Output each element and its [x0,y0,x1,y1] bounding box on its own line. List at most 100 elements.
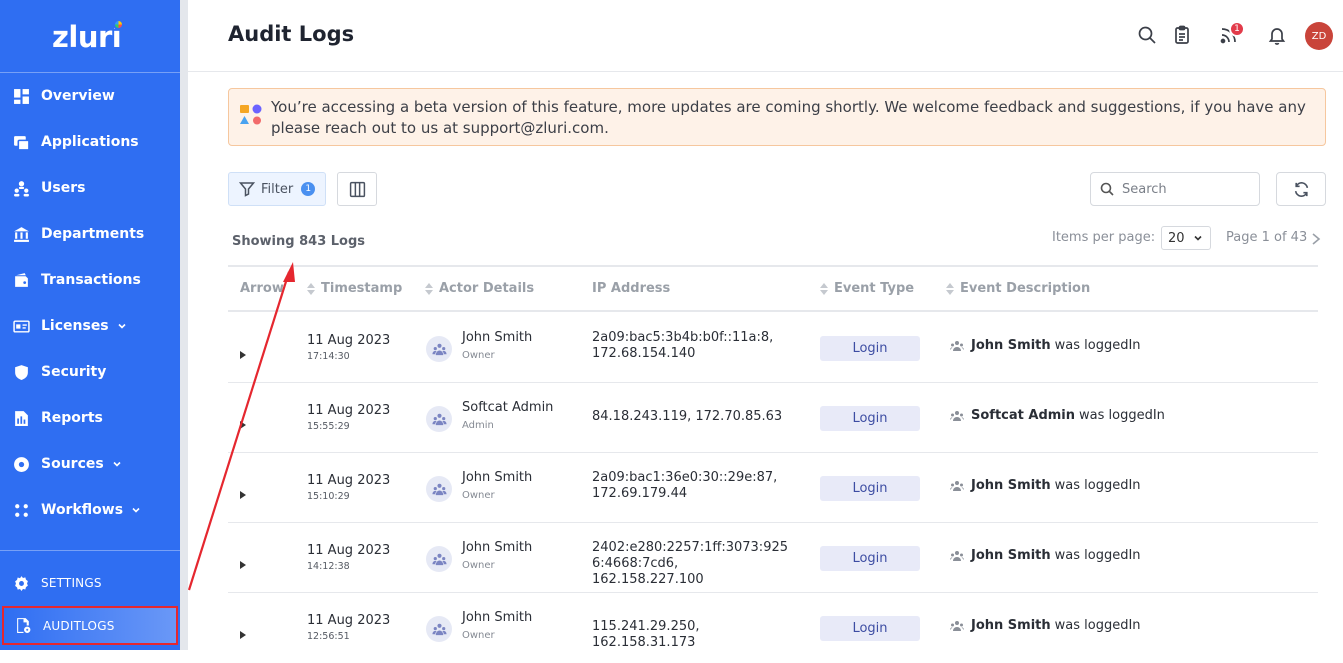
report-icon [12,409,30,427]
description-action: was loggedIn [1054,478,1141,493]
search-icon [1100,182,1114,196]
sidebar-item-overview[interactable]: Overview [0,76,180,116]
sort-icon [425,282,433,295]
sidebar-item-settings[interactable]: SETTINGS [0,563,180,603]
column-header-timestamp[interactable]: Timestamp [307,281,402,296]
sidebar-item-label: Security [41,364,107,380]
zluri-logo[interactable]: zluri [52,20,122,54]
sidebar-item-label: Departments [41,226,145,242]
description-actor: John Smith [971,478,1051,493]
description-action: was loggedIn [1054,548,1141,563]
filter-button[interactable]: Filter 1 [228,172,326,206]
sidebar-item-users[interactable]: Users [0,168,180,208]
sidebar-item-security[interactable]: Security [0,352,180,392]
table-row[interactable]: 11 Aug 2023 17:14:30 John Smith Owner 2a… [228,313,1318,383]
sidebar-item-label: Sources [41,456,104,472]
description-actor: John Smith [971,338,1051,353]
ip-line: 172.68.154.140 [592,346,696,361]
search-box[interactable] [1090,172,1260,206]
ip-line: 84.18.243.119, 172.70.85.63 [592,409,783,424]
sort-icon [820,282,828,295]
funnel-icon [239,182,255,197]
event-type-badge: Login [820,476,920,501]
column-header-actor-details[interactable]: Actor Details [425,281,534,296]
chevron-down-icon[interactable] [117,321,127,331]
actor-avatar-icon [426,616,452,642]
log-date: 11 Aug 2023 [307,333,391,348]
grid-icon [12,87,30,105]
items-per-page-select[interactable]: 20 [1161,226,1211,250]
ip-line: 6:4668:7cd6, 162.158.227.100 [592,556,704,587]
chevron-down-icon[interactable] [131,505,141,515]
actor-avatar-icon [426,476,452,502]
wallet-icon [12,271,30,289]
sidebar-item-applications[interactable]: Applications [0,122,180,162]
shapes-icon [240,104,262,125]
expand-row-icon[interactable] [239,624,247,639]
log-date: 11 Aug 2023 [307,473,391,488]
search-icon[interactable] [1136,24,1158,46]
expand-row-icon[interactable] [239,554,247,569]
event-type-badge: Login [820,406,920,431]
expand-row-icon[interactable] [239,484,247,499]
description-action: was loggedIn [1054,338,1141,353]
sidebar-item-label: Overview [41,88,115,104]
table-row[interactable]: 11 Aug 2023 15:10:29 John Smith Owner 2a… [228,453,1318,523]
sidebar-item-licenses[interactable]: Licenses [0,306,180,346]
sidebar-item-transactions[interactable]: Transactions [0,260,180,300]
description-action: was loggedIn [1079,408,1165,423]
table-row[interactable]: 11 Aug 2023 14:12:38 John Smith Owner 24… [228,523,1318,593]
description-actor: John Smith [971,548,1051,563]
event-description: Softcat Admin was loggedIn [950,408,1165,423]
log-time: 17:14:30 [307,351,350,362]
license-icon [12,317,30,335]
next-page-button[interactable] [1310,231,1322,245]
user-avatar[interactable]: ZD [1305,22,1333,50]
refresh-icon [1294,181,1308,197]
chevron-down-icon[interactable] [112,459,122,469]
sidebar-item-label: Users [41,180,86,196]
sidebar: zluri Overview Applications Users Depart… [0,0,180,650]
sidebar-item-auditlogs[interactable]: AUDITLOGS [2,606,178,645]
sidebar-item-workflows[interactable]: Workflows [0,490,180,530]
actor-role: Owner [462,490,495,501]
sidebar-item-departments[interactable]: Departments [0,214,180,254]
filter-label: Filter [261,181,294,197]
sidebar-item-label: AUDITLOGS [43,618,115,633]
columns-icon [349,181,365,197]
actor-name: John Smith [462,470,533,485]
actor-avatar-icon [426,406,452,432]
log-time: 15:55:29 [307,421,350,432]
bell-icon[interactable] [1266,24,1288,46]
clipboard-icon[interactable] [1171,24,1193,46]
filter-count-badge: 1 [301,182,316,196]
columns-button[interactable] [337,172,377,206]
apps-icon [12,133,30,151]
table-row[interactable]: 11 Aug 2023 15:55:29 Softcat Admin Admin… [228,383,1318,453]
shield-icon [12,363,30,381]
sidebar-item-label: Licenses [41,318,109,334]
banner-text: You’re accessing a beta version of this … [271,98,1306,137]
expand-row-icon[interactable] [239,414,247,429]
actor-role: Owner [462,350,495,361]
expand-row-icon[interactable] [239,344,247,359]
search-input[interactable] [1122,181,1252,197]
sidebar-item-label: Reports [41,410,103,426]
sources-icon [12,455,30,473]
sidebar-item-reports[interactable]: Reports [0,398,180,438]
column-header-event-description[interactable]: Event Description [946,281,1090,296]
items-per-page-label: Items per page: [1052,230,1156,245]
event-type-badge: Login [820,336,920,361]
actor-avatar-icon [426,336,452,362]
notification-count-badge: 1 [1229,21,1245,37]
sidebar-item-label: Workflows [41,502,124,518]
log-count-text: Showing 843 Logs [232,234,366,249]
sidebar-item-sources[interactable]: Sources [0,444,180,484]
column-header-event-type[interactable]: Event Type [820,281,914,296]
audit-log-icon [14,617,32,635]
column-header-label: Event Description [960,281,1091,296]
table-row[interactable]: 11 Aug 2023 12:56:51 John Smith Owner 11… [228,593,1318,663]
refresh-button[interactable] [1276,172,1326,206]
page-title: Audit Logs [228,22,355,46]
column-header-arrow: Arrow [240,281,284,296]
